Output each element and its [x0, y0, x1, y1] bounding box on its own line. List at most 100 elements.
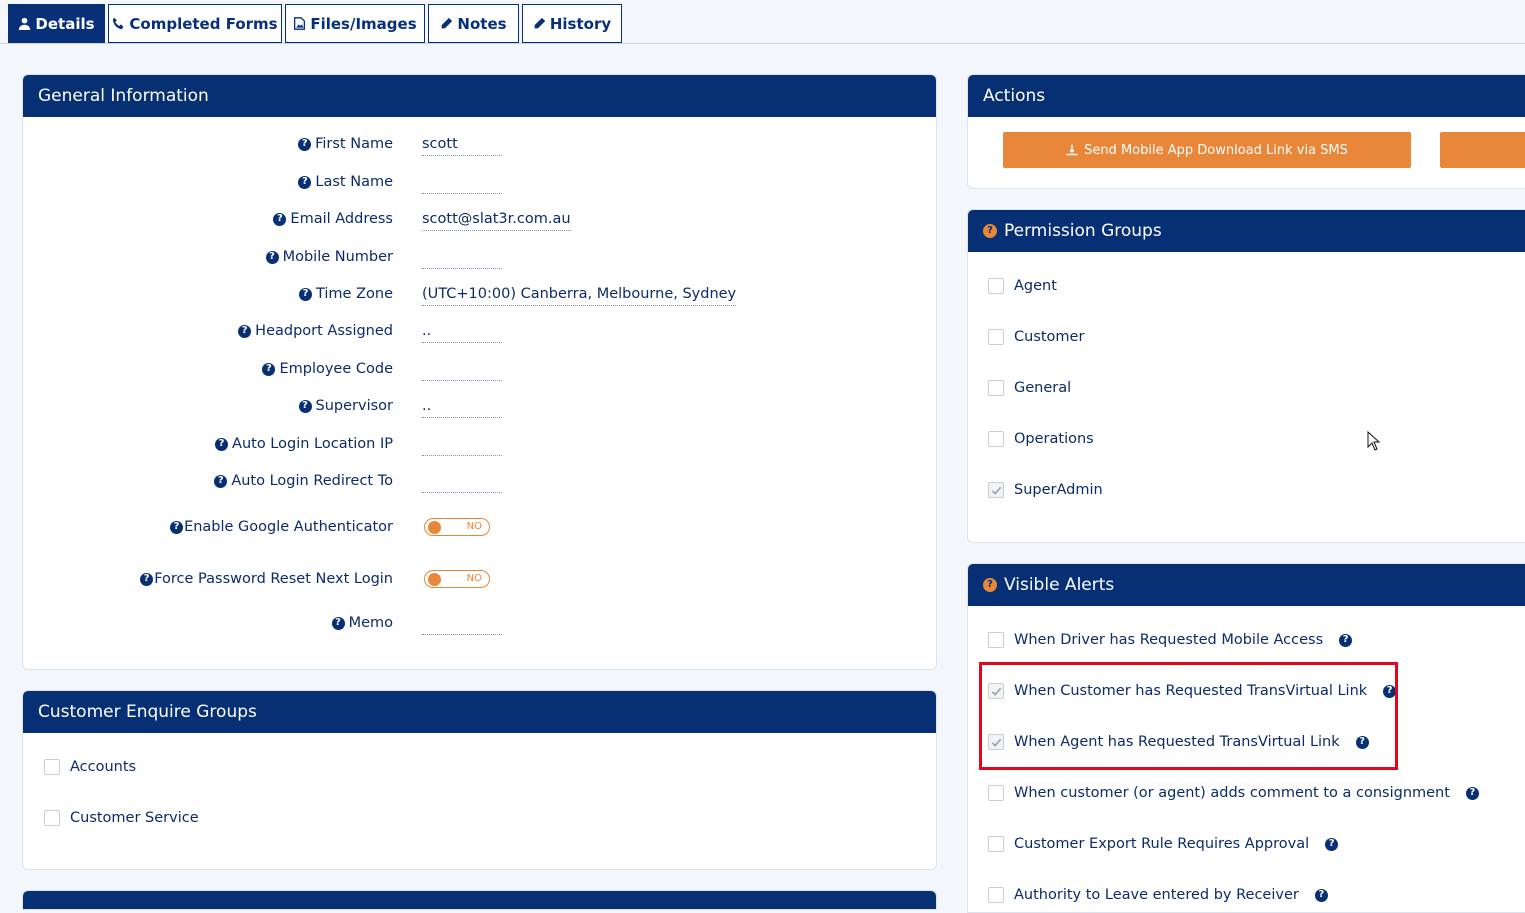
google-auth-label: Enable Google Authenticator	[184, 519, 393, 535]
highlight-box	[979, 662, 1398, 770]
tab-files-images[interactable]: Files/Images	[285, 4, 425, 43]
help-icon[interactable]: ?	[298, 175, 312, 189]
permission-item-superadmin[interactable]: SuperAdmin	[988, 480, 1103, 500]
alert-item-authority-to-leave[interactable]: Authority to Leave entered by Receiver ?	[988, 885, 1328, 905]
help-icon[interactable]: ?	[170, 520, 184, 534]
force-reset-toggle[interactable]: NO	[424, 570, 490, 588]
employee-code-field[interactable]	[422, 357, 502, 381]
help-icon[interactable]: ?	[140, 572, 154, 586]
alert-item-comment-consignment[interactable]: When customer (or agent) adds comment to…	[988, 783, 1479, 803]
supervisor-row: ? Supervisor ..	[23, 394, 936, 418]
panel-title: Customer Enquire Groups	[23, 691, 936, 733]
checkbox[interactable]	[988, 785, 1004, 801]
first-name-row: ? First Name scott	[23, 132, 936, 156]
email-field[interactable]: scott@slat3r.com.au	[422, 207, 571, 231]
supervisor-field[interactable]: ..	[422, 394, 502, 418]
employee-code-label: Employee Code	[279, 361, 393, 377]
help-icon[interactable]: ?	[238, 324, 252, 338]
checkbox[interactable]	[44, 810, 60, 826]
google-auth-row: ? Enable Google Authenticator NO	[23, 515, 936, 539]
user-icon	[19, 17, 31, 30]
send-sms-button[interactable]: Send Mobile App Download Link via SMS	[1003, 132, 1411, 168]
auto-login-ip-field[interactable]	[422, 432, 502, 456]
help-icon[interactable]: ?	[983, 578, 997, 592]
help-icon[interactable]: ?	[298, 399, 312, 413]
enquire-item-accounts[interactable]: Accounts	[44, 757, 136, 777]
tab-notes[interactable]: Notes	[428, 4, 519, 43]
email-row: ? Email Address scott@slat3r.com.au	[23, 207, 936, 231]
timezone-row: ? Time Zone (UTC+10:00) Canberra, Melbour…	[23, 282, 936, 306]
tab-completed-forms[interactable]: Completed Forms	[108, 4, 282, 43]
help-icon[interactable]: ?	[262, 362, 276, 376]
mouse-cursor-icon	[1367, 431, 1381, 451]
phone-icon	[113, 17, 124, 30]
help-icon[interactable]: ?	[1325, 837, 1339, 851]
memo-row: ? Memo	[23, 611, 936, 635]
checkbox[interactable]	[988, 836, 1004, 852]
checkbox[interactable]	[44, 759, 60, 775]
auto-login-redirect-field[interactable]	[422, 469, 502, 493]
alert-item-driver-mobile-access[interactable]: When Driver has Requested Mobile Access …	[988, 630, 1353, 650]
toggle-state: NO	[466, 573, 482, 584]
tab-history[interactable]: History	[522, 4, 622, 43]
mobile-row: ? Mobile Number	[23, 245, 936, 269]
first-name-label: First Name	[315, 136, 393, 152]
help-icon[interactable]: ?	[214, 474, 228, 488]
permission-item-customer[interactable]: Customer	[988, 327, 1084, 347]
timezone-field[interactable]: (UTC+10:00) Canberra, Melbourne, Sydney	[422, 282, 737, 306]
auto-login-ip-label: Auto Login Location IP	[232, 436, 393, 452]
help-icon[interactable]: ?	[215, 437, 229, 451]
mobile-field[interactable]	[422, 245, 502, 269]
help-icon[interactable]: ?	[1339, 633, 1353, 647]
google-auth-toggle[interactable]: NO	[424, 518, 490, 536]
toggle-knob	[428, 521, 441, 534]
help-icon[interactable]: ?	[298, 287, 312, 301]
permission-groups-panel: ? Permission Groups Agent Customer Gener…	[967, 209, 1525, 543]
checkbox[interactable]	[988, 431, 1004, 447]
pencil-icon	[442, 17, 453, 29]
memo-label: Memo	[348, 615, 393, 631]
headport-row: ? Headport Assigned ..	[23, 319, 936, 343]
permission-item-agent[interactable]: Agent	[988, 276, 1057, 296]
help-icon[interactable]: ?	[1465, 786, 1479, 800]
help-icon[interactable]: ?	[331, 616, 345, 630]
checkbox[interactable]	[988, 278, 1004, 294]
panel-header-strip	[23, 891, 936, 909]
first-name-field[interactable]: scott	[422, 132, 502, 156]
checkbox[interactable]	[988, 632, 1004, 648]
auto-login-redirect-row: ? Auto Login Redirect To	[23, 469, 936, 493]
email-label: Email Address	[290, 211, 393, 227]
employee-code-row: ? Employee Code	[23, 357, 936, 381]
help-icon[interactable]: ?	[1314, 888, 1328, 902]
download-icon	[1066, 144, 1078, 156]
help-icon[interactable]: ?	[273, 212, 287, 226]
headport-label: Headport Assigned	[255, 323, 393, 339]
permission-item-general[interactable]: General	[988, 378, 1071, 398]
tab-details[interactable]: Details	[8, 4, 105, 43]
help-icon[interactable]: ?	[298, 137, 312, 151]
panel-title: Actions	[968, 75, 1525, 117]
next-panel	[22, 890, 937, 910]
pencil-icon	[534, 17, 546, 29]
checkbox-checked[interactable]	[988, 482, 1004, 498]
help-icon[interactable]: ?	[265, 250, 279, 264]
toggle-state: NO	[466, 521, 482, 532]
last-name-field[interactable]	[422, 170, 502, 194]
alert-item-export-rule-approval[interactable]: Customer Export Rule Requires Approval ?	[988, 834, 1339, 854]
headport-field[interactable]: ..	[422, 319, 502, 343]
permission-item-operations[interactable]: Operations	[988, 429, 1094, 449]
checkbox[interactable]	[988, 380, 1004, 396]
file-image-icon	[294, 17, 306, 30]
force-reset-label: Force Password Reset Next Login	[154, 571, 393, 587]
secondary-action-button[interactable]	[1440, 132, 1525, 168]
check-icon	[991, 486, 1001, 495]
supervisor-label: Supervisor	[315, 398, 393, 414]
toggle-knob	[428, 573, 441, 586]
last-name-row: ? Last Name	[23, 170, 936, 194]
checkbox[interactable]	[988, 329, 1004, 345]
checkbox[interactable]	[988, 887, 1004, 903]
help-icon[interactable]: ?	[983, 224, 997, 238]
memo-field[interactable]	[422, 611, 502, 635]
panel-title: Visible Alerts	[1004, 575, 1115, 595]
enquire-item-customer-service[interactable]: Customer Service	[44, 808, 199, 828]
